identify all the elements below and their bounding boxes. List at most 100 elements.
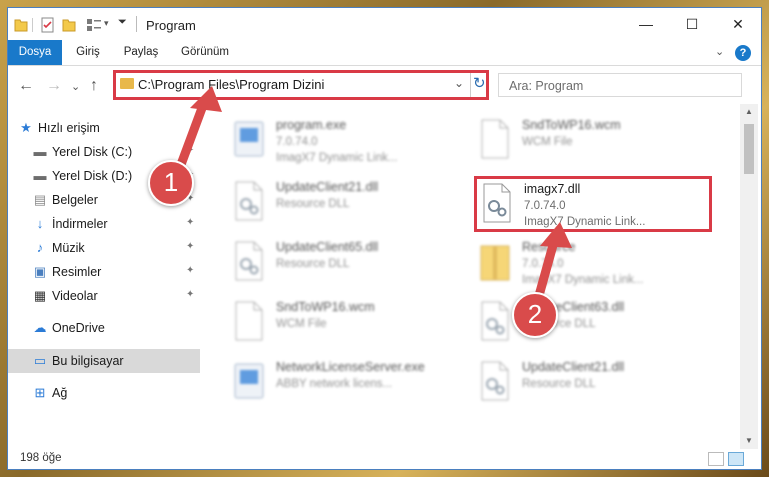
sidebar-item[interactable]: ↓ İndirmeler ✦ bbox=[8, 212, 200, 236]
file-name: UpdateClient21.dll bbox=[276, 180, 379, 194]
scroll-thumb[interactable] bbox=[744, 124, 754, 174]
sidebar-item[interactable]: ♪ Müzik ✦ bbox=[8, 236, 200, 260]
file-description: ImagX7 Dynamic Link... bbox=[522, 274, 644, 286]
close-button[interactable]: ✕ bbox=[715, 8, 761, 40]
file-item[interactable]: UpdateClient21.dll Resource DLL bbox=[478, 356, 718, 414]
address-row: ← → ⌄ ↑ C:\Program Files\Program Dizini … bbox=[8, 66, 761, 104]
folder-icon[interactable] bbox=[14, 17, 28, 33]
window-title: Program bbox=[146, 18, 196, 33]
sidebar-item[interactable]: ▦ Videolar ✦ bbox=[8, 284, 200, 308]
file-version: WCM File bbox=[522, 136, 573, 148]
file-name: program.exe bbox=[276, 118, 347, 132]
file-name: SndToWP16.wcm bbox=[522, 118, 621, 132]
file-name: Resource bbox=[522, 240, 576, 254]
forward-button[interactable]: → bbox=[46, 77, 62, 95]
maximize-button[interactable]: ☐ bbox=[669, 8, 715, 40]
dll-icon bbox=[483, 183, 511, 223]
sidebar-item[interactable]: ★ Hızlı erişim bbox=[8, 116, 200, 140]
new-folder-icon[interactable] bbox=[62, 17, 76, 33]
back-button[interactable]: ← bbox=[18, 77, 34, 95]
vertical-scrollbar[interactable]: ▲ ▼ bbox=[740, 104, 758, 449]
help-icon[interactable]: ? bbox=[735, 45, 751, 61]
file-item[interactable]: UpdateClient21.dll Resource DLL bbox=[232, 176, 472, 234]
sidebar-item-label: Resimler bbox=[52, 265, 102, 279]
title-separator bbox=[136, 16, 137, 32]
file-version: WCM File bbox=[276, 318, 327, 330]
sidebar-item-label: Yerel Disk (D:) bbox=[52, 169, 133, 183]
title-bar: ▾ ⏷ Program — ☐ ✕ bbox=[8, 8, 761, 40]
step-two-marker: 2 bbox=[512, 292, 558, 338]
sidebar-item[interactable]: ☁ OneDrive bbox=[8, 316, 200, 340]
videos-icon: ▦ bbox=[33, 288, 47, 303]
pin-icon: ✦ bbox=[186, 241, 195, 252]
computer-icon: ▭ bbox=[33, 353, 47, 368]
sidebar-item-label: Müzik bbox=[52, 241, 85, 255]
tab-share[interactable]: Paylaş bbox=[116, 40, 166, 65]
sidebar-item-label: İndirmeler bbox=[52, 217, 108, 231]
customize-toolbar-icon[interactable]: ⏷ bbox=[118, 16, 127, 32]
file-name: NetworkLicenseServer.exe bbox=[276, 360, 425, 374]
sidebar-item[interactable]: ⊞ Ağ bbox=[8, 381, 200, 405]
file-name: UpdateClient21.dll bbox=[522, 360, 625, 374]
status-bar: 198 öğe bbox=[8, 449, 761, 469]
up-button[interactable]: ↑ bbox=[90, 77, 98, 95]
sidebar-item-label: OneDrive bbox=[52, 321, 105, 335]
details-view-button[interactable] bbox=[708, 452, 724, 466]
file-item[interactable]: imagx7.dll 7.0.74.0 ImagX7 Dynamic Link... bbox=[480, 178, 720, 236]
tab-home[interactable]: Giriş bbox=[66, 40, 110, 65]
download-icon: ↓ bbox=[36, 216, 44, 231]
search-input[interactable]: Ara: Program bbox=[498, 73, 742, 97]
file-description: ImagX7 Dynamic Link... bbox=[524, 216, 646, 228]
address-path[interactable]: C:\Program Files\Program Dizini bbox=[138, 77, 324, 92]
pin-icon: ✦ bbox=[186, 145, 195, 156]
file-item[interactable]: SndToWP16.wcm WCM File bbox=[478, 114, 718, 172]
view-icon[interactable] bbox=[86, 17, 102, 33]
file-version: 7.0.74.0 bbox=[276, 136, 318, 148]
explorer-window: ▾ ⏷ Program — ☐ ✕ Dosya Giriş Paylaş Gör… bbox=[7, 7, 762, 470]
address-bar[interactable]: C:\Program Files\Program Dizini ⌄ ↻ bbox=[113, 70, 489, 100]
music-icon: ♪ bbox=[36, 240, 44, 255]
sidebar-item-label: Belgeler bbox=[52, 193, 98, 207]
tiles-view-button[interactable] bbox=[728, 452, 744, 466]
pin-icon: ✦ bbox=[186, 217, 195, 228]
sidebar-item[interactable]: ▭ Bu bilgisayar bbox=[8, 349, 200, 373]
file-version: 7.0.74.0 bbox=[522, 258, 564, 270]
address-dropdown-icon[interactable]: ⌄ bbox=[454, 76, 464, 90]
toolbar-separator bbox=[32, 18, 33, 32]
sidebar-item-label: Yerel Disk (C:) bbox=[52, 145, 133, 159]
drive-icon: ▬ bbox=[33, 144, 47, 159]
file-item[interactable]: Resource 7.0.74.0 ImagX7 Dynamic Link... bbox=[478, 236, 718, 294]
properties-icon[interactable] bbox=[40, 17, 56, 33]
search-placeholder: Ara: Program bbox=[509, 79, 584, 93]
file-item[interactable]: NetworkLicenseServer.exe ABBY network lic… bbox=[232, 356, 472, 414]
pin-icon: ✦ bbox=[186, 265, 195, 276]
file-list: program.exe 7.0.74.0 ImagX7 Dynamic Link..… bbox=[200, 104, 740, 449]
sidebar-item-label: Hızlı erişim bbox=[38, 121, 100, 135]
file-version: 7.0.74.0 bbox=[524, 200, 566, 212]
exe-icon bbox=[234, 121, 264, 157]
minimize-button[interactable]: — bbox=[623, 8, 669, 40]
scroll-down-icon[interactable]: ▼ bbox=[740, 433, 758, 449]
recent-locations-button[interactable]: ⌄ bbox=[71, 80, 80, 93]
drive-icon: ▬ bbox=[33, 168, 47, 183]
step-one-marker: 1 bbox=[148, 160, 194, 206]
sidebar-item[interactable]: ▣ Resimler ✦ bbox=[8, 260, 200, 284]
tab-file[interactable]: Dosya bbox=[8, 40, 62, 65]
ribbon-expand-icon[interactable]: ⌄ bbox=[715, 45, 724, 58]
scroll-up-icon[interactable]: ▲ bbox=[740, 104, 758, 120]
dll-icon bbox=[235, 241, 263, 281]
sidebar-item-label: Bu bilgisayar bbox=[52, 354, 124, 368]
tab-view[interactable]: Görünüm bbox=[174, 40, 236, 65]
network-icon: ⊞ bbox=[34, 385, 46, 400]
file-item[interactable]: program.exe 7.0.74.0 ImagX7 Dynamic Link..… bbox=[232, 114, 472, 172]
cloud-icon: ☁ bbox=[33, 320, 47, 335]
file-description: ImagX7 Dynamic Link... bbox=[276, 152, 398, 164]
refresh-icon[interactable]: ↻ bbox=[473, 74, 486, 92]
file-item[interactable]: SndToWP16.wcm WCM File bbox=[232, 296, 472, 354]
file-item[interactable]: UpdateClient65.dll Resource DLL bbox=[232, 236, 472, 294]
ribbon-tabs: Dosya Giriş Paylaş Görünüm ⌄ ? bbox=[8, 40, 761, 66]
pin-icon: ✦ bbox=[186, 289, 195, 300]
sidebar-item-label: Ağ bbox=[52, 386, 68, 400]
chevron-down-icon[interactable]: ▾ bbox=[104, 18, 109, 34]
star-icon: ★ bbox=[20, 120, 32, 135]
